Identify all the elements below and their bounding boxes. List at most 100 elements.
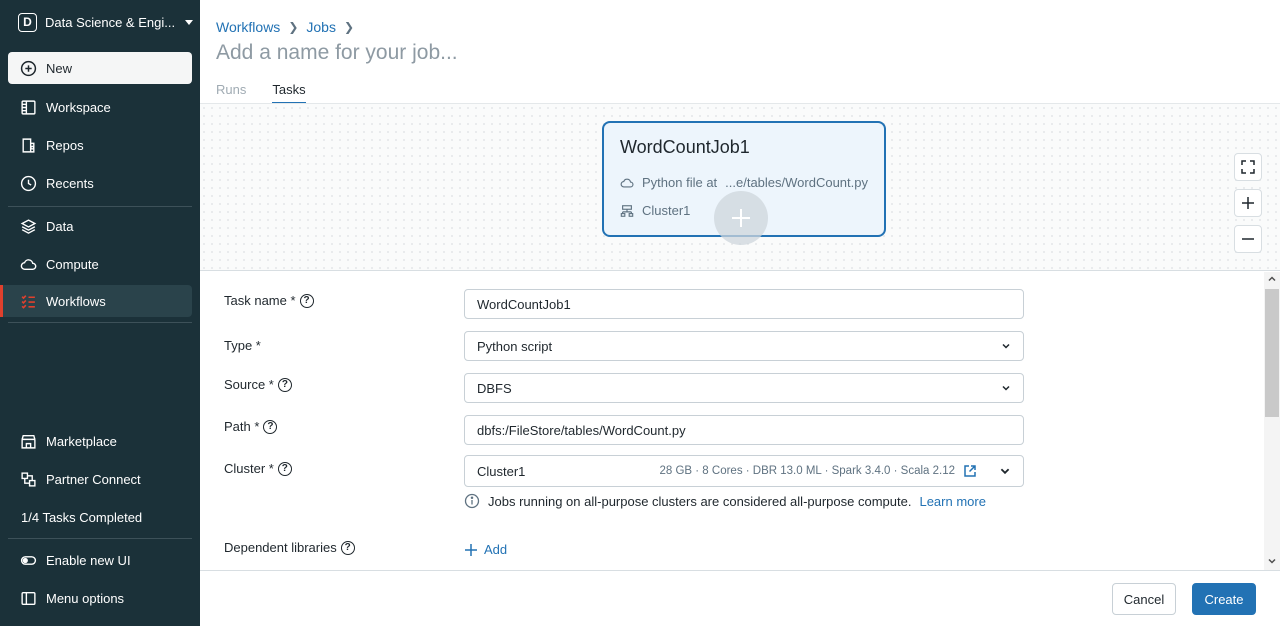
add-task-button[interactable] xyxy=(714,191,768,245)
plus-icon xyxy=(1242,197,1254,209)
sidebar-divider xyxy=(8,538,192,539)
task-node-file-path: ...e/tables/WordCount.py xyxy=(725,175,868,190)
task-name-value: WordCountJob1 xyxy=(477,296,571,312)
source-select[interactable]: DBFS xyxy=(464,373,1024,403)
tab-runs[interactable]: Runs xyxy=(216,82,246,104)
sidebar-item-label: Recents xyxy=(46,175,94,191)
sidebar-item-marketplace[interactable]: Marketplace xyxy=(8,425,192,457)
sidebar-item-label: New xyxy=(46,60,73,76)
task-node[interactable]: WordCountJob1 Python file at ...e/tables… xyxy=(602,121,886,245)
cluster-label: Cluster * ? xyxy=(224,461,292,476)
sidebar-item-label: Enable new UI xyxy=(46,552,131,568)
sidebar-item-partner-connect[interactable]: Partner Connect xyxy=(8,463,192,495)
type-label-text: Type * xyxy=(224,338,261,353)
store-icon xyxy=(19,432,37,450)
help-icon[interactable]: ? xyxy=(277,461,292,476)
help-icon[interactable]: ? xyxy=(340,540,355,555)
zoom-out-button[interactable] xyxy=(1234,225,1262,253)
caret-down-icon xyxy=(185,19,194,25)
cluster-icon xyxy=(620,204,634,217)
type-select[interactable]: Python script xyxy=(464,331,1024,361)
create-button[interactable]: Create xyxy=(1192,583,1256,615)
task-node-file-row: Python file at ...e/tables/WordCount.py xyxy=(620,175,868,190)
task-graph-canvas[interactable]: WordCountJob1 Python file at ...e/tables… xyxy=(200,103,1280,271)
source-label-text: Source * xyxy=(224,377,274,392)
chevron-right-icon: ❯ xyxy=(288,20,299,34)
scroll-up-icon[interactable] xyxy=(1267,274,1277,284)
path-label-text: Path * xyxy=(224,419,260,434)
cloud-icon xyxy=(19,255,37,273)
sidebar-item-enable-new-ui[interactable]: Enable new UI xyxy=(8,544,192,576)
source-label: Source * ? xyxy=(224,377,292,392)
sidebar-item-label: Marketplace xyxy=(46,433,117,449)
path-label: Path * ? xyxy=(224,419,278,434)
cluster-info-text: Jobs running on all-purpose clusters are… xyxy=(488,493,912,509)
chevron-down-icon xyxy=(1002,343,1010,349)
task-name-label: Task name * ? xyxy=(224,293,314,308)
sidebar-item-label: Workspace xyxy=(46,99,111,115)
breadcrumb-jobs[interactable]: Jobs xyxy=(306,19,336,35)
sidebar-item-workspace[interactable]: Workspace xyxy=(8,91,192,123)
scroll-down-icon[interactable] xyxy=(1267,556,1277,566)
help-icon[interactable]: ? xyxy=(299,293,314,308)
task-node-title: WordCountJob1 xyxy=(620,137,750,157)
workspace-name: Data Science & Engi... xyxy=(45,14,176,30)
plus-icon xyxy=(465,543,477,556)
fit-view-button[interactable] xyxy=(1234,153,1262,181)
workflows-icon xyxy=(19,292,37,310)
sidebar-item-recents[interactable]: Recents xyxy=(8,167,192,199)
sidebar-item-tasks-completed[interactable]: 1/4 Tasks Completed xyxy=(8,501,192,533)
type-label: Type * xyxy=(224,338,261,353)
learn-more-link[interactable]: Learn more xyxy=(919,494,985,509)
sidebar-item-label: Workflows xyxy=(46,293,106,309)
sidebar-item-new[interactable]: New xyxy=(8,52,192,84)
workspace-badge: D xyxy=(18,12,37,32)
sidebar-item-compute[interactable]: Compute xyxy=(8,248,192,280)
add-library-label: Add xyxy=(484,542,508,557)
minus-icon xyxy=(1242,238,1254,240)
data-icon xyxy=(19,217,37,235)
sidebar-item-label: Data xyxy=(46,218,74,234)
sidebar-item-data[interactable]: Data xyxy=(8,210,192,242)
task-node-file-prefix: Python file at xyxy=(642,175,718,190)
info-icon xyxy=(464,493,480,509)
partner-connect-icon xyxy=(19,470,37,488)
workspace-switcher[interactable]: D Data Science & Engi... xyxy=(18,10,194,34)
cluster-label-text: Cluster * xyxy=(224,461,274,476)
dependent-libraries-label-text: Dependent libraries xyxy=(224,540,337,555)
add-library-button[interactable]: Add xyxy=(464,542,507,557)
external-link-icon[interactable] xyxy=(963,464,977,478)
task-name-input[interactable]: WordCountJob1 xyxy=(464,289,1024,319)
sidebar-item-label: Compute xyxy=(46,256,99,272)
cluster-value: Cluster1 xyxy=(477,463,526,479)
dependent-libraries-label: Dependent libraries ? xyxy=(224,540,355,555)
sidebar-item-label: Partner Connect xyxy=(46,471,141,487)
breadcrumb-workflows[interactable]: Workflows xyxy=(216,19,280,35)
tasks-completed-label: 1/4 Tasks Completed xyxy=(21,509,143,525)
help-icon[interactable]: ? xyxy=(263,419,278,434)
zoom-in-button[interactable] xyxy=(1234,189,1262,217)
expand-icon xyxy=(1241,160,1255,174)
cluster-select[interactable]: Cluster1 28 GB · 8 Cores · DBR 13.0 ML ·… xyxy=(464,455,1024,487)
job-name-input[interactable]: Add a name for your job... xyxy=(216,41,458,65)
task-node-cluster-row: Cluster1 xyxy=(620,203,690,218)
plus-circle-icon xyxy=(19,59,37,77)
path-value: dbfs:/FileStore/tables/WordCount.py xyxy=(477,422,686,438)
sidebar-item-repos[interactable]: Repos xyxy=(8,129,192,161)
help-icon[interactable]: ? xyxy=(277,377,292,392)
path-input[interactable]: dbfs:/FileStore/tables/WordCount.py xyxy=(464,415,1024,445)
chevron-down-icon xyxy=(1000,468,1010,475)
scrollbar-thumb[interactable] xyxy=(1265,289,1279,417)
sidebar-divider xyxy=(8,206,192,207)
tab-tasks[interactable]: Tasks xyxy=(272,82,306,104)
task-form: Task name * ? WordCountJob1 Type * Pytho… xyxy=(200,272,1280,570)
sidebar-item-menu-options[interactable]: Menu options xyxy=(8,582,192,614)
sidebar-item-workflows[interactable]: Workflows xyxy=(0,285,192,317)
plus-icon xyxy=(732,209,750,227)
cluster-info: Jobs running on all-purpose clusters are… xyxy=(464,493,986,509)
task-node-cluster: Cluster1 xyxy=(642,203,691,218)
breadcrumb: Workflows ❯ Jobs ❯ xyxy=(216,19,354,35)
type-value: Python script xyxy=(477,338,553,354)
cancel-button[interactable]: Cancel xyxy=(1112,583,1176,615)
sidebar: D Data Science & Engi... New Workspace R… xyxy=(0,0,200,626)
